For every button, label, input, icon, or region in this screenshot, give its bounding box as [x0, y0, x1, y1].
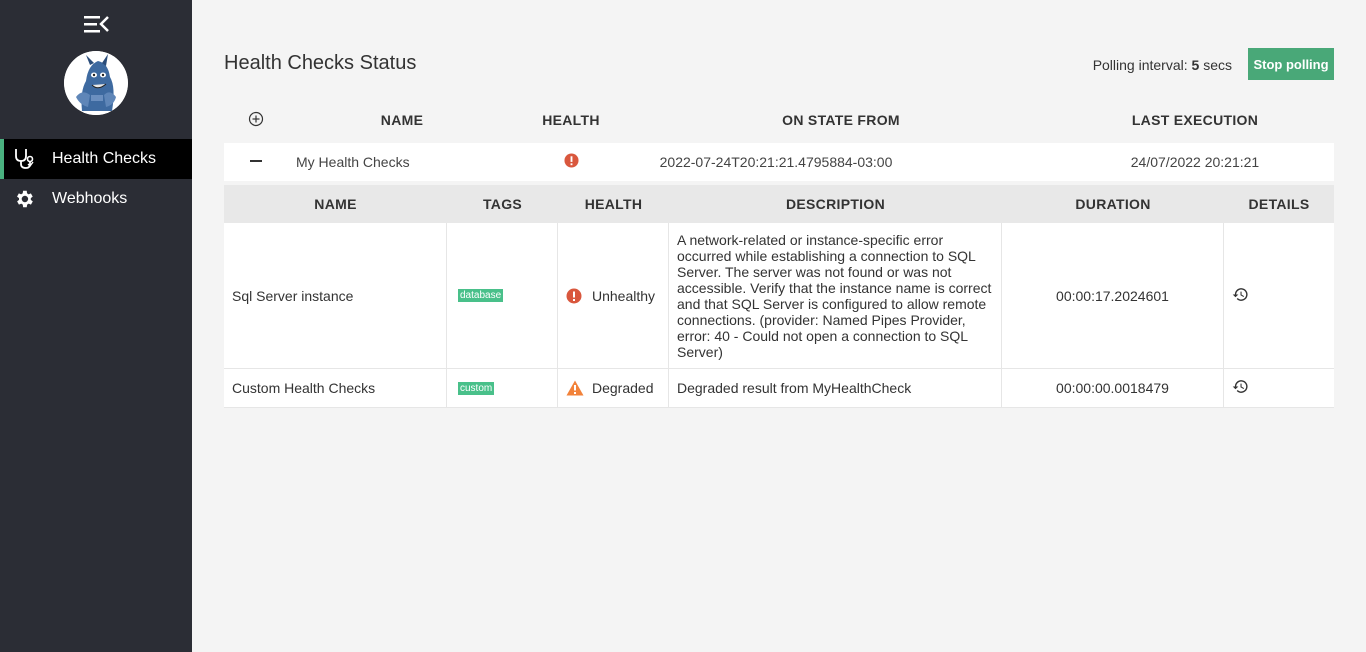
- entry-description: A network-related or instance-specific e…: [677, 231, 992, 360]
- health-checks-table: NAME HEALTH ON STATE FROM LAST EXECUTION…: [224, 98, 1334, 408]
- entries-header-details: DETAILS: [1248, 196, 1310, 212]
- entry-duration: 00:00:17.2024601: [1056, 287, 1169, 304]
- logo-avatar: [64, 51, 128, 115]
- entries-table: NAME TAGS HEALTH DESCRIPTION DURATION DE…: [224, 185, 1334, 408]
- entry-health: Degraded: [592, 380, 654, 396]
- header-on-state-from: ON STATE FROM: [782, 112, 900, 128]
- expand-all-icon[interactable]: [248, 111, 264, 130]
- row-name: My Health Checks: [296, 154, 410, 170]
- polling-interval: Polling interval: 5 secs: [1093, 57, 1232, 73]
- collapse-icon[interactable]: [249, 154, 263, 171]
- sidebar-item-label: Health Checks: [52, 150, 157, 167]
- polling-value: 5: [1191, 57, 1200, 73]
- polling-label: Polling interval:: [1092, 57, 1188, 73]
- sidebar-nav: Health Checks Webhooks: [0, 139, 192, 219]
- tag-badge[interactable]: custom: [458, 381, 495, 395]
- history-icon[interactable]: [1232, 378, 1249, 398]
- entry-description: Degraded result from MyHealthCheck: [677, 380, 912, 396]
- warning-icon: [566, 380, 584, 396]
- entry-health: Unhealthy: [592, 287, 656, 304]
- entry-name: Custom Health Checks: [232, 380, 376, 396]
- header-health: HEALTH: [542, 112, 600, 128]
- entries-header-name: NAME: [314, 196, 357, 212]
- entries-header-description: DESCRIPTION: [786, 196, 885, 212]
- history-icon[interactable]: [1232, 286, 1249, 306]
- page-title: Health Checks Status: [224, 52, 417, 74]
- sidebar-item-webhooks[interactable]: Webhooks: [0, 179, 192, 219]
- entry-duration: 00:00:00.0018479: [1056, 380, 1169, 396]
- row-on-state-from: 2022-07-24T20:21:21.4795884-03:00: [659, 154, 893, 170]
- stethoscope-icon: [12, 147, 36, 171]
- table-row: Custom Health Checks custom Degraded Deg…: [224, 369, 1334, 408]
- unhealthy-icon: [516, 152, 626, 168]
- polling-unit: secs: [1203, 57, 1232, 73]
- entries-header-tags: TAGS: [482, 196, 523, 212]
- gear-icon: [12, 187, 36, 211]
- entries-header: NAME TAGS HEALTH DESCRIPTION DURATION DE…: [224, 185, 1334, 223]
- stop-polling-button[interactable]: Stop polling: [1248, 48, 1334, 80]
- header-name: NAME: [380, 112, 424, 128]
- row-last-execution: 24/07/2022 20:21:21: [1130, 154, 1260, 170]
- table-header: NAME HEALTH ON STATE FROM LAST EXECUTION: [224, 98, 1334, 142]
- entries-header-duration: DURATION: [1075, 196, 1151, 212]
- sidebar-item-label: Webhooks: [52, 190, 128, 207]
- table-row: Sql Server instance database Unhealthy A…: [224, 223, 1334, 369]
- unhealthy-icon: [566, 288, 582, 304]
- table-row[interactable]: My Health Checks 2022-07-24T20:21:21.479…: [224, 143, 1334, 181]
- sidebar: Health Checks Webhooks: [0, 0, 192, 652]
- header-last-execution: LAST EXECUTION: [1131, 112, 1259, 128]
- tag-badge[interactable]: database: [458, 289, 504, 302]
- entries-header-health: HEALTH: [584, 196, 643, 212]
- menu-collapse-icon[interactable]: [84, 14, 110, 34]
- sidebar-item-health-checks[interactable]: Health Checks: [0, 139, 192, 179]
- entry-name: Sql Server instance: [232, 287, 354, 304]
